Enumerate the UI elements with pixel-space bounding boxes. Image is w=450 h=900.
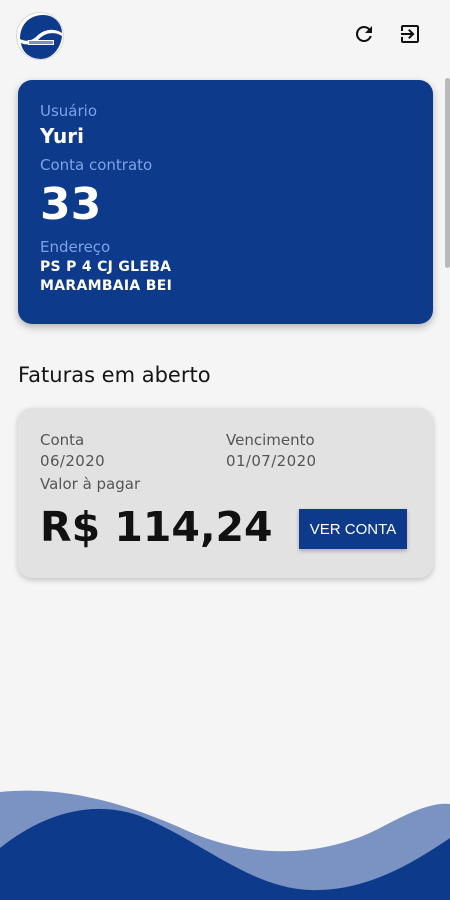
amount-value: R$ 114,24 xyxy=(40,503,273,551)
refresh-button[interactable] xyxy=(350,20,378,48)
address-line-2: MARAMBAIA BEI xyxy=(40,278,173,294)
user-name: Yuri xyxy=(40,124,84,148)
user-label: Usuário xyxy=(40,102,98,120)
logout-button[interactable] xyxy=(396,20,424,48)
logout-icon xyxy=(401,25,419,43)
decorative-waves xyxy=(0,790,450,900)
open-invoices-title: Faturas em aberto xyxy=(18,363,211,387)
address-label: Endereço xyxy=(40,238,111,256)
address-line-1: PS P 4 CJ GLEBA xyxy=(40,259,172,275)
due-date-value: 01/07/2020 xyxy=(226,452,317,470)
account-label: Conta xyxy=(40,431,85,449)
contract-number: 33 xyxy=(40,179,102,230)
due-date-label: Vencimento xyxy=(226,431,315,449)
account-value: 06/2020 xyxy=(40,452,106,470)
company-logo-icon xyxy=(16,12,64,60)
contract-label: Conta contrato xyxy=(40,156,153,174)
user-info-card: Usuário Yuri Conta contrato 33 Endereço … xyxy=(18,80,433,324)
app-header xyxy=(0,0,450,70)
refresh-icon xyxy=(355,25,372,42)
amount-label: Valor à pagar xyxy=(40,475,141,493)
invoice-card: Conta 06/2020 Vencimento 01/07/2020 Valo… xyxy=(18,408,433,578)
view-invoice-button[interactable]: VER CONTA xyxy=(299,509,407,549)
scrollbar[interactable] xyxy=(445,78,450,268)
